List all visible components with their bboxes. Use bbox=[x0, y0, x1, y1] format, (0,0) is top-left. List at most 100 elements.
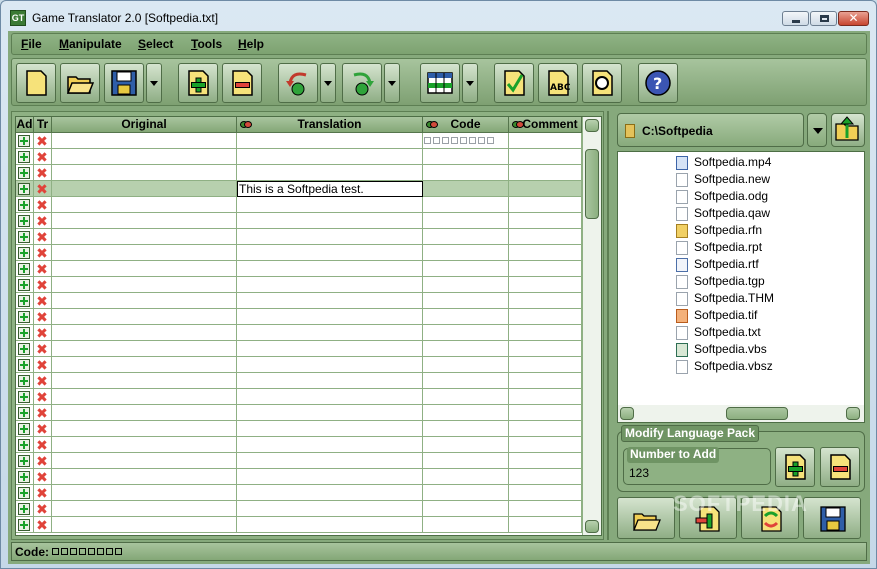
table-row[interactable]: ✖ bbox=[16, 469, 582, 485]
add-cell[interactable] bbox=[16, 421, 34, 437]
delete-row-icon[interactable]: ✖ bbox=[35, 342, 49, 356]
scroll-left-button[interactable] bbox=[620, 407, 634, 420]
file-item[interactable]: Softpedia.vbsz bbox=[676, 358, 773, 375]
add-row-icon[interactable] bbox=[18, 311, 30, 323]
add-row-icon[interactable] bbox=[18, 423, 30, 435]
comment-cell[interactable] bbox=[509, 373, 582, 389]
save-dropdown-button[interactable] bbox=[146, 63, 162, 103]
tr-cell[interactable]: ✖ bbox=[34, 309, 52, 325]
comment-cell[interactable] bbox=[509, 405, 582, 421]
file-item[interactable]: Softpedia.odg bbox=[676, 188, 768, 205]
comment-cell[interactable] bbox=[509, 389, 582, 405]
original-cell[interactable] bbox=[52, 293, 237, 309]
code-cell[interactable] bbox=[423, 405, 509, 421]
add-cell[interactable] bbox=[16, 165, 34, 181]
table-row[interactable]: ✖ bbox=[16, 453, 582, 469]
code-cell[interactable] bbox=[423, 485, 509, 501]
tr-cell[interactable]: ✖ bbox=[34, 261, 52, 277]
comment-cell[interactable] bbox=[509, 437, 582, 453]
tr-cell[interactable]: ✖ bbox=[34, 373, 52, 389]
add-cell[interactable] bbox=[16, 437, 34, 453]
table-row[interactable]: ✖ bbox=[16, 133, 582, 149]
delete-row-icon[interactable]: ✖ bbox=[35, 406, 49, 420]
comment-cell[interactable] bbox=[509, 181, 582, 197]
add-cell[interactable] bbox=[16, 261, 34, 277]
code-cell[interactable] bbox=[423, 213, 509, 229]
table-row[interactable]: ✖ bbox=[16, 277, 582, 293]
scroll-right-button[interactable] bbox=[846, 407, 860, 420]
comment-cell[interactable] bbox=[509, 309, 582, 325]
add-cell[interactable] bbox=[16, 245, 34, 261]
code-cell[interactable] bbox=[423, 261, 509, 277]
translation-cell[interactable] bbox=[237, 517, 423, 533]
menu-manipulate[interactable]: Manipulate bbox=[59, 37, 122, 51]
table-row[interactable]: ✖ bbox=[16, 485, 582, 501]
spell-check-button[interactable]: ABC bbox=[538, 63, 578, 103]
code-cell[interactable] bbox=[423, 469, 509, 485]
translation-cell[interactable] bbox=[237, 133, 423, 149]
code-cell[interactable] bbox=[423, 245, 509, 261]
tr-cell[interactable]: ✖ bbox=[34, 341, 52, 357]
code-cell[interactable] bbox=[423, 197, 509, 213]
new-file-button[interactable] bbox=[16, 63, 56, 103]
delete-row-icon[interactable]: ✖ bbox=[35, 230, 49, 244]
original-cell[interactable] bbox=[52, 485, 237, 501]
add-cell[interactable] bbox=[16, 181, 34, 197]
original-cell[interactable] bbox=[52, 341, 237, 357]
add-row-icon[interactable] bbox=[18, 151, 30, 163]
close-button[interactable]: ✕ bbox=[838, 11, 869, 26]
original-cell[interactable] bbox=[52, 133, 237, 149]
minimize-button[interactable] bbox=[782, 11, 809, 26]
original-cell[interactable] bbox=[52, 197, 237, 213]
add-cell[interactable] bbox=[16, 517, 34, 533]
file-item[interactable]: Softpedia.rpt bbox=[676, 239, 762, 256]
translation-cell[interactable] bbox=[237, 261, 423, 277]
column-comment-header[interactable]: Comment bbox=[509, 117, 582, 133]
add-cell[interactable] bbox=[16, 229, 34, 245]
original-cell[interactable] bbox=[52, 309, 237, 325]
code-cell[interactable] bbox=[423, 341, 509, 357]
drive-selector[interactable]: C:\Softpedia bbox=[617, 113, 804, 147]
column-tr-header[interactable]: Tr bbox=[34, 117, 52, 133]
open-language-pack-button[interactable] bbox=[617, 497, 675, 539]
table-row[interactable]: ✖ bbox=[16, 165, 582, 181]
add-language-entries-button[interactable] bbox=[775, 447, 815, 487]
add-cell[interactable] bbox=[16, 341, 34, 357]
table-row[interactable]: ✖ bbox=[16, 373, 582, 389]
delete-row-icon[interactable]: ✖ bbox=[35, 182, 49, 196]
original-cell[interactable] bbox=[52, 277, 237, 293]
code-cell[interactable] bbox=[423, 517, 509, 533]
translation-cell[interactable] bbox=[237, 293, 423, 309]
open-button[interactable] bbox=[60, 63, 100, 103]
table-row[interactable]: ✖ bbox=[16, 517, 582, 533]
scroll-thumb[interactable] bbox=[585, 149, 599, 219]
undo-dropdown-button[interactable] bbox=[320, 63, 336, 103]
comment-cell[interactable] bbox=[509, 277, 582, 293]
translation-cell[interactable] bbox=[237, 469, 423, 485]
original-cell[interactable] bbox=[52, 213, 237, 229]
comment-cell[interactable] bbox=[509, 293, 582, 309]
delete-row-icon[interactable]: ✖ bbox=[35, 262, 49, 276]
column-original-header[interactable]: Original bbox=[52, 117, 237, 133]
delete-row-icon[interactable]: ✖ bbox=[35, 294, 49, 308]
comment-cell[interactable] bbox=[509, 357, 582, 373]
table-row[interactable]: ✖ bbox=[16, 197, 582, 213]
add-cell[interactable] bbox=[16, 309, 34, 325]
table-row[interactable]: ✖ bbox=[16, 405, 582, 421]
comment-cell[interactable] bbox=[509, 421, 582, 437]
add-row-icon[interactable] bbox=[18, 135, 30, 147]
code-cell[interactable] bbox=[423, 325, 509, 341]
drive-dropdown-button[interactable] bbox=[807, 113, 827, 147]
add-row-icon[interactable] bbox=[18, 279, 30, 291]
add-row-icon[interactable] bbox=[18, 519, 30, 531]
comment-cell[interactable] bbox=[509, 197, 582, 213]
add-row-icon[interactable] bbox=[18, 183, 30, 195]
translation-cell[interactable] bbox=[237, 213, 423, 229]
code-cell[interactable] bbox=[423, 229, 509, 245]
delete-row-icon[interactable]: ✖ bbox=[35, 470, 49, 484]
add-row-icon[interactable] bbox=[18, 503, 30, 515]
delete-row-icon[interactable]: ✖ bbox=[35, 278, 49, 292]
tr-cell[interactable]: ✖ bbox=[34, 437, 52, 453]
translation-cell[interactable] bbox=[237, 245, 423, 261]
save-language-pack-button[interactable] bbox=[803, 497, 861, 539]
